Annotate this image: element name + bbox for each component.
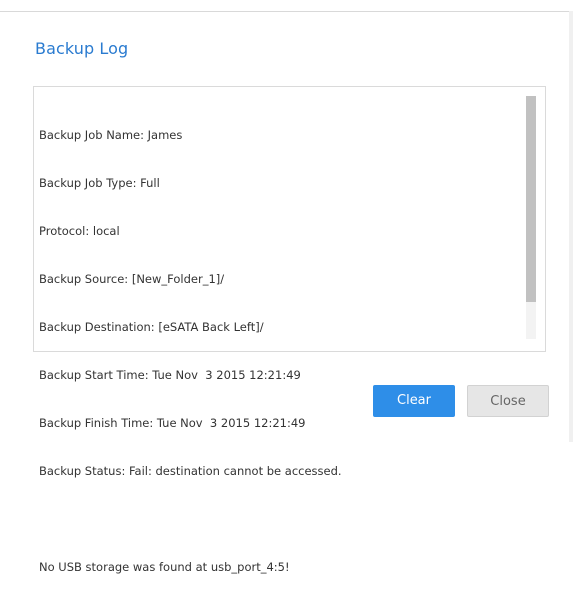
dialog-top-border	[0, 11, 573, 12]
log-line: Backup Status: Fail: destination cannot …	[39, 464, 342, 478]
log-line: Backup Job Name: James	[39, 128, 183, 142]
close-button[interactable]: Close	[467, 385, 549, 417]
dialog-title: Backup Log	[35, 39, 129, 58]
log-line: No USB storage was found at usb_port_4:5…	[39, 560, 290, 574]
log-line: Backup Finish Time: Tue Nov 3 2015 12:21…	[39, 416, 306, 430]
log-line: Protocol: local	[39, 224, 120, 238]
log-line: Backup Job Type: Full	[39, 176, 160, 190]
clear-button[interactable]: Clear	[373, 385, 455, 417]
dialog-right-border	[569, 11, 573, 442]
log-line: Backup Destination: [eSATA Back Left]/	[39, 320, 264, 334]
log-line: Backup Start Time: Tue Nov 3 2015 12:21:…	[39, 368, 301, 382]
log-line: Backup Source: [New_Folder_1]/	[39, 272, 225, 286]
scrollbar-thumb[interactable]	[526, 96, 536, 302]
log-content: Backup Job Name: James Backup Job Type: …	[39, 95, 519, 607]
log-textarea[interactable]: Backup Job Name: James Backup Job Type: …	[33, 86, 546, 574]
